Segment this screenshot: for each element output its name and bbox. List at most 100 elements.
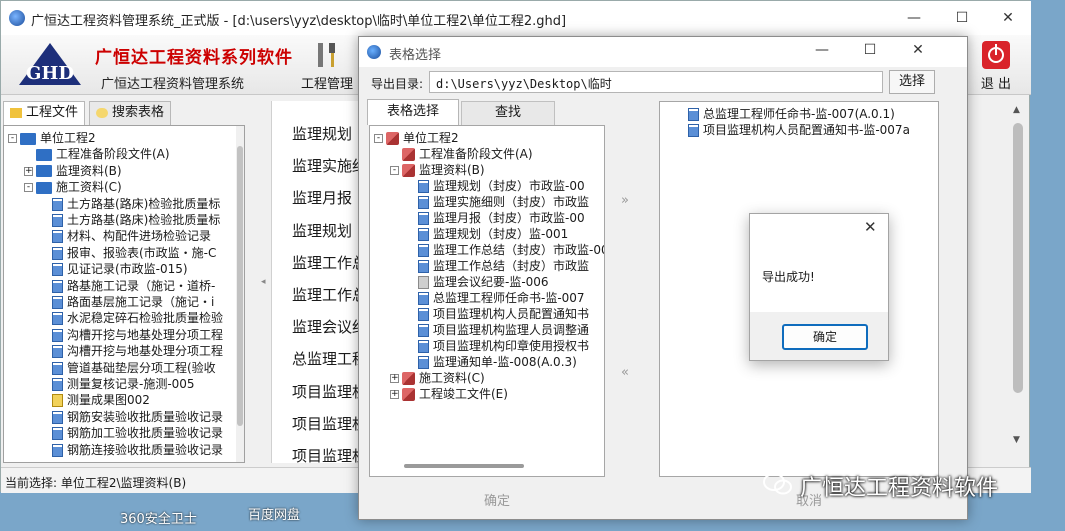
tree-node[interactable]: 沟槽开挖与地基处理分项工程	[40, 343, 223, 359]
tree-node[interactable]: + 施工资料(C)	[390, 370, 485, 386]
tree-node[interactable]: 监理工作总结（封皮）市政监	[406, 258, 589, 274]
dialog-tree-hscroll-thumb[interactable]	[404, 464, 524, 468]
close-icon[interactable]: ✕	[864, 218, 877, 236]
expand-icon[interactable]: +	[390, 390, 399, 399]
tree-node[interactable]: 监理规划（封皮）市政监-00	[406, 178, 585, 194]
collapse-icon[interactable]: -	[390, 166, 399, 175]
selected-table-item[interactable]: 项目监理机构人员配置通知书-监-007a	[688, 122, 910, 138]
document-icon	[52, 230, 63, 244]
tree-node[interactable]: 水泥稳定碎石检验批质量检验	[40, 310, 223, 326]
expand-icon[interactable]: +	[390, 374, 399, 383]
tree-node[interactable]: 管道基础垫层分项工程(验收	[40, 360, 216, 376]
dialog-tree-hscroll[interactable]	[374, 464, 600, 470]
table-list-item[interactable]: 项目监理机	[292, 413, 367, 434]
dialog-title: 表格选择	[389, 48, 442, 63]
tree-node[interactable]: 工程准备阶段文件(A)	[24, 146, 170, 162]
tree-node[interactable]: 路面基层施工记录（施记・i	[40, 294, 214, 310]
tree-node[interactable]: - 监理资料(B)	[390, 162, 485, 178]
select-dir-button[interactable]: 选择	[889, 70, 935, 94]
tab-table-select[interactable]: 表格选择	[367, 99, 459, 125]
tree-node[interactable]: 工程准备阶段文件(A)	[390, 146, 533, 162]
desktop-label-baidu[interactable]: 百度网盘	[248, 504, 300, 523]
tree-node[interactable]: + 监理资料(B)	[24, 163, 122, 179]
splitter-handle[interactable]: ◂	[259, 101, 269, 463]
table-list-item[interactable]: 监理工作总	[292, 252, 367, 273]
table-list-item[interactable]: 监理规划	[292, 220, 352, 241]
tab-project-files[interactable]: 工程文件	[3, 101, 86, 125]
tree-scrollbar[interactable]	[236, 126, 244, 462]
tree-node[interactable]: 监理通知单-监-008(A.0.3)	[406, 354, 577, 370]
add-arrow-button[interactable]: »	[621, 193, 629, 208]
close-button[interactable]: ✕	[985, 1, 1031, 35]
table-list-item[interactable]: 监理实施细	[292, 155, 367, 176]
power-icon	[982, 41, 1010, 69]
tree-node[interactable]: 监理会议纪要-监-006	[406, 274, 549, 290]
tree-node-label: 监理通知单-监-008(A.0.3)	[433, 355, 577, 369]
tree-node[interactable]: 见证记录(市政监-015)	[40, 261, 188, 277]
tree-node-label: 钢筋连接验收批质量验收记录	[67, 442, 224, 457]
dialog-minimize-button[interactable]: —	[799, 35, 845, 65]
collapse-icon[interactable]: -	[374, 134, 383, 143]
exit-button[interactable]: 退 出	[969, 39, 1023, 92]
table-list-item[interactable]: 监理月报	[292, 187, 352, 208]
tree-node[interactable]: 测量复核记录-施测-005	[40, 376, 195, 392]
tree-node[interactable]: 总监理工程师任命书-监-007	[406, 290, 585, 306]
collapse-icon[interactable]: -	[8, 134, 17, 143]
watermark-text: 广恒达工程资料软件	[800, 476, 999, 501]
message-ok-button[interactable]: 确定	[782, 324, 868, 350]
tree-node[interactable]: 项目监理机构人员配置通知书	[406, 306, 589, 322]
tree-node-label: 管道基础垫层分项工程(验收	[67, 360, 216, 375]
table-list-item[interactable]: 监理会议纪	[292, 316, 367, 337]
export-dir-field[interactable]: d:\Users\yyz\Desktop\临时	[429, 71, 883, 93]
main-scrollbar[interactable]: ▲ ▼	[1009, 101, 1027, 451]
tree-node[interactable]: - 单位工程2	[374, 130, 459, 146]
expand-icon[interactable]: +	[24, 166, 33, 176]
document-icon	[418, 356, 429, 369]
tree-node[interactable]: 监理月报（封皮）市政监-00	[406, 210, 585, 226]
main-scroll-thumb[interactable]	[1013, 123, 1023, 393]
table-list-item[interactable]: 总监理工程	[292, 348, 367, 369]
tree-node[interactable]: + 工程竣工文件(E)	[390, 386, 508, 402]
tree-node-label: 单位工程2	[40, 131, 96, 145]
brand-subtitle: 广恒达工程资料管理系统	[101, 77, 245, 92]
tree-node[interactable]: - 单位工程2	[8, 130, 96, 146]
dialog-maximize-button[interactable]: ☐	[847, 35, 893, 65]
tree-node[interactable]: 监理工作总结（封皮）市政监-00	[406, 242, 604, 258]
dialog-source-tree[interactable]: - 单位工程2 工程准备阶段文件(A) - 监理资料(B) 监理规划（封皮）市政监-00 监…	[369, 125, 605, 477]
dialog-close-button[interactable]: ✕	[895, 35, 941, 65]
table-list-item[interactable]: 监理规划	[292, 123, 352, 144]
desktop-label-360[interactable]: 360安全卫士	[120, 508, 197, 527]
dialog-ok-button[interactable]: 确定	[471, 490, 523, 510]
tree-node[interactable]: 项目监理机构印章使用授权书	[406, 338, 589, 354]
table-list-item[interactable]: 项目监理机	[292, 445, 367, 466]
project-management-button[interactable]: 工程管理	[297, 39, 357, 92]
project-tree[interactable]: - 单位工程2 工程准备阶段文件(A) + 监理资料(B) - 施工资料(C) 土方路基(路床…	[3, 125, 245, 463]
document-icon	[52, 296, 63, 309]
tree-node[interactable]: 沟槽开挖与地基处理分项工程	[40, 327, 223, 343]
selected-table-item[interactable]: 总监理工程师任命书-监-007(A.0.1)	[688, 106, 895, 122]
tree-node-label: 报审、报验表(市政监・施-C	[67, 245, 217, 260]
folder-icon	[36, 148, 52, 161]
tree-node[interactable]: 路基施工记录（施记・道桥-	[40, 278, 215, 294]
tree-node[interactable]: 钢筋加工验收批质量验收记录	[40, 425, 223, 441]
tab-find[interactable]: 查找	[461, 101, 555, 125]
table-list-item[interactable]: 监理工作总	[292, 284, 367, 305]
tree-node[interactable]: 报审、报验表(市政监・施-C	[40, 245, 216, 261]
tree-node[interactable]: 项目监理机构监理人员调整通	[406, 322, 589, 338]
tree-node[interactable]: 钢筋连接验收批质量验收记录	[40, 442, 223, 458]
maximize-button[interactable]: ☐	[939, 1, 985, 35]
tree-node[interactable]: - 施工资料(C)	[24, 179, 122, 195]
tree-scroll-thumb[interactable]	[237, 146, 243, 426]
collapse-icon[interactable]: -	[24, 183, 33, 193]
tree-node[interactable]: 钢筋安装验收批质量验收记录	[40, 409, 223, 425]
tab-search-tables[interactable]: 搜索表格	[89, 101, 172, 125]
remove-arrow-button[interactable]: «	[621, 365, 629, 380]
table-list-item[interactable]: 项目监理机	[292, 381, 367, 402]
tree-node[interactable]: 监理规划（封皮）监-001	[406, 226, 568, 242]
tree-node[interactable]: 土方路基(路床)检验批质量标	[40, 212, 220, 228]
tree-node[interactable]: 土方路基(路床)检验批质量标	[40, 196, 220, 212]
tree-node[interactable]: 监理实施细则（封皮）市政监	[406, 194, 589, 210]
tree-node[interactable]: 材料、构配件进场检验记录	[40, 228, 211, 244]
minimize-button[interactable]: —	[891, 1, 937, 35]
tree-node[interactable]: 测量成果图002	[40, 392, 150, 408]
